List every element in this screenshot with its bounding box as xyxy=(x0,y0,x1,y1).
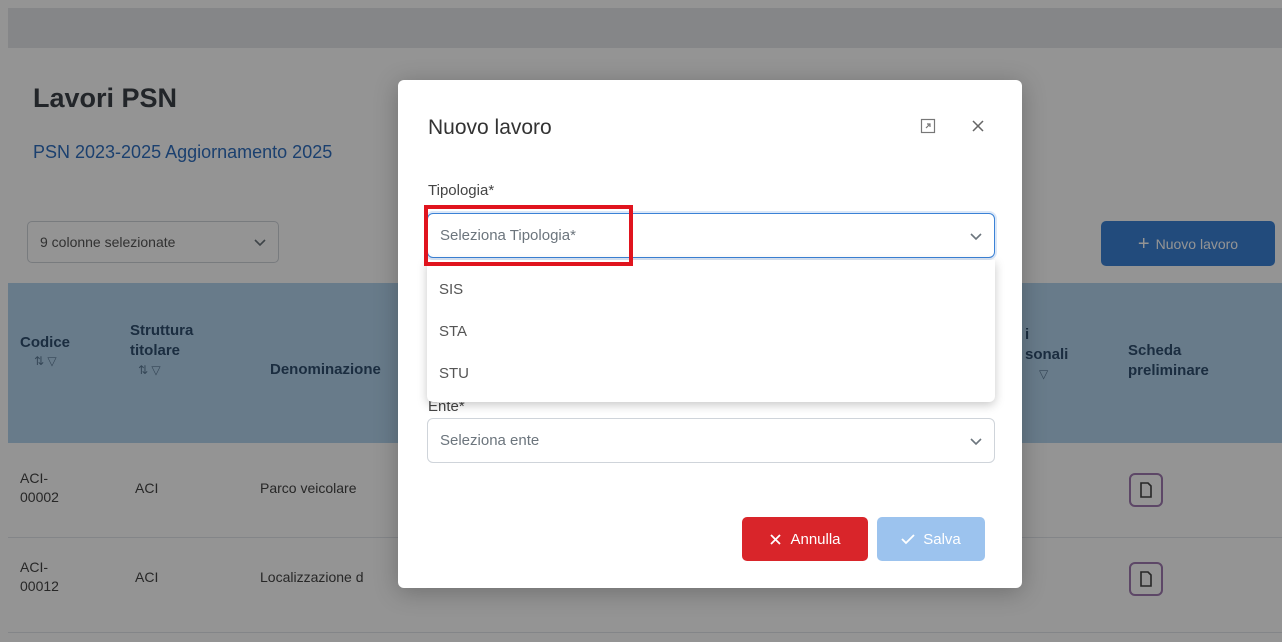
close-icon[interactable] xyxy=(968,116,988,136)
highlight-annotation xyxy=(424,205,633,266)
expand-icon[interactable] xyxy=(918,116,938,136)
tipologia-option-stu[interactable]: STU xyxy=(427,352,995,394)
ente-placeholder: Seleziona ente xyxy=(440,432,540,449)
chevron-down-icon xyxy=(970,232,982,240)
chevron-down-icon xyxy=(970,437,982,445)
check-icon xyxy=(901,534,915,545)
tipologia-option-sta[interactable]: STA xyxy=(427,310,995,352)
modal-title: Nuovo lavoro xyxy=(428,116,552,139)
cancel-button[interactable]: Annulla xyxy=(742,517,868,561)
tipologia-option-sis[interactable]: SIS xyxy=(427,268,995,310)
cancel-button-label: Annulla xyxy=(790,530,841,548)
times-icon xyxy=(770,533,782,545)
page: Lavori PSN PSN 2023-2025 Aggiornamento 2… xyxy=(0,0,1282,642)
tipologia-label: Tipologia* xyxy=(428,182,495,199)
save-button[interactable]: Salva xyxy=(877,517,985,561)
save-button-label: Salva xyxy=(923,530,961,548)
ente-select[interactable]: Seleziona ente xyxy=(427,418,995,463)
tipologia-dropdown: SIS STA STU xyxy=(427,260,995,402)
